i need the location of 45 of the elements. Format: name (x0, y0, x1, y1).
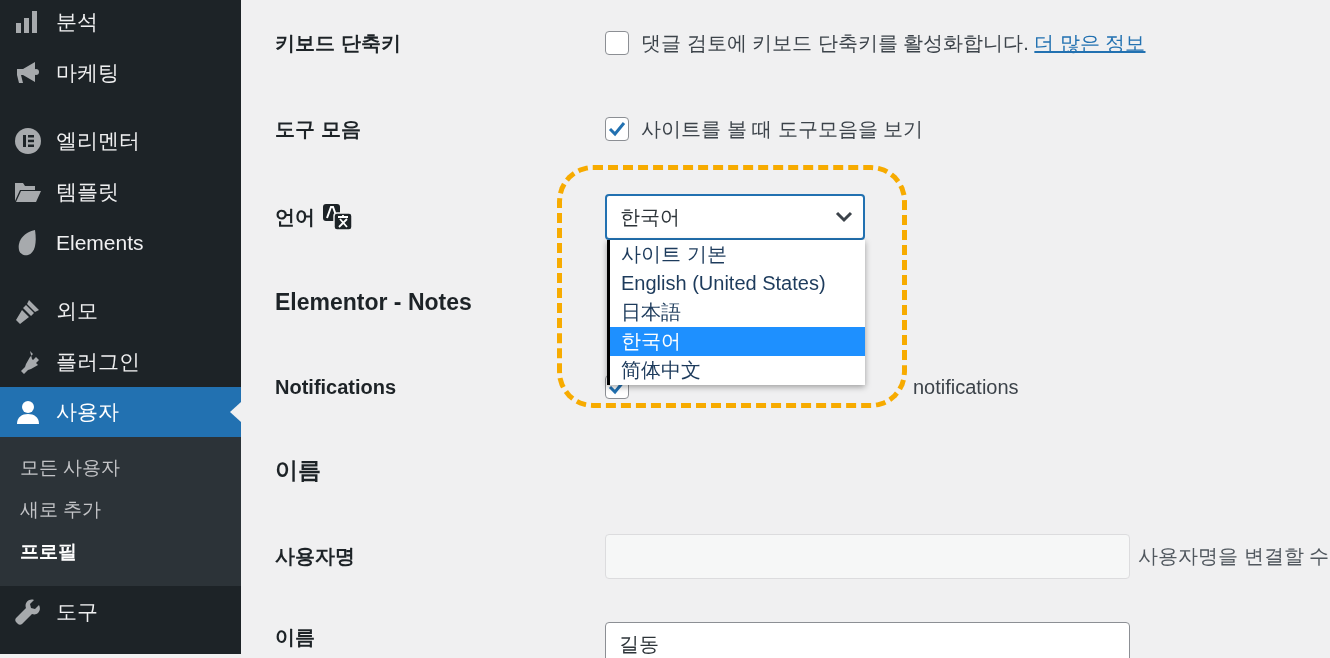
field-label: 이름 (275, 625, 316, 650)
section-heading: 이름 (275, 456, 322, 486)
field-label: 키보드 단축키 (275, 30, 402, 56)
dropdown-option[interactable]: 简体中文 (610, 355, 865, 385)
person-icon (16, 400, 40, 424)
dropdown-option[interactable]: 日本語 (610, 297, 865, 327)
chevron-down-icon (835, 210, 853, 223)
checkbox-label: 댓글 검토에 키보드 단축키를 활성화합니다. 더 많은 정보 (641, 30, 1146, 56)
sidebar-item[interactable]: Elements (0, 217, 241, 268)
sidebar-item[interactable]: 플러그인 (0, 336, 241, 387)
sidebar-item[interactable]: 사용자 (0, 387, 241, 437)
sidebar-item[interactable]: 템플릿 (0, 166, 241, 217)
letter-circle-icon (15, 127, 41, 154)
more-info-link[interactable]: 더 많은 정보 (1034, 31, 1146, 54)
sidebar-item[interactable]: 엘리멘터 (0, 115, 241, 166)
checkbox[interactable] (605, 117, 629, 141)
checkbox-label: notifications (913, 375, 1019, 400)
section-heading: Elementor - Notes (275, 288, 473, 318)
translate-icon (323, 203, 353, 230)
sidebar-item[interactable]: 마케팅 (0, 47, 241, 98)
megaphone-icon (15, 59, 41, 86)
language-select[interactable]: 한국어 (605, 193, 865, 240)
wrench-icon (15, 598, 41, 625)
submenu-item[interactable]: 새로 추가 (0, 489, 241, 531)
field-label: 사용자명 (275, 544, 356, 569)
sidebar-item[interactable]: 외모 (0, 285, 241, 336)
checkmark-icon (608, 121, 626, 137)
field-label: 도구 모음 (275, 117, 362, 142)
sidebar-item[interactable]: 도구 (0, 586, 241, 637)
field-label: Notifications (275, 375, 398, 400)
pointer-arrow (230, 402, 241, 422)
field-label: 언어 (275, 204, 315, 230)
submenu-item[interactable]: 프로필 (0, 531, 241, 573)
chart-icon (16, 10, 40, 33)
folder-icon (15, 180, 41, 203)
submenu-item[interactable]: 모든 사용자 (0, 447, 241, 489)
dropdown-option[interactable]: English (United States) (610, 268, 865, 298)
brush-icon (15, 297, 41, 324)
dropdown-option[interactable]: 사이트 기본 (610, 239, 865, 269)
checkbox-label: 사이트를 볼 때 도구모음을 보기 (641, 117, 924, 142)
sidebar-item[interactable]: 분석 (0, 0, 241, 47)
leaf-icon (17, 229, 39, 256)
checkbox[interactable] (605, 30, 629, 55)
field-description: 사용자명을 변결할 수 (1138, 544, 1330, 569)
text-field[interactable]: 길동 (605, 622, 1130, 658)
